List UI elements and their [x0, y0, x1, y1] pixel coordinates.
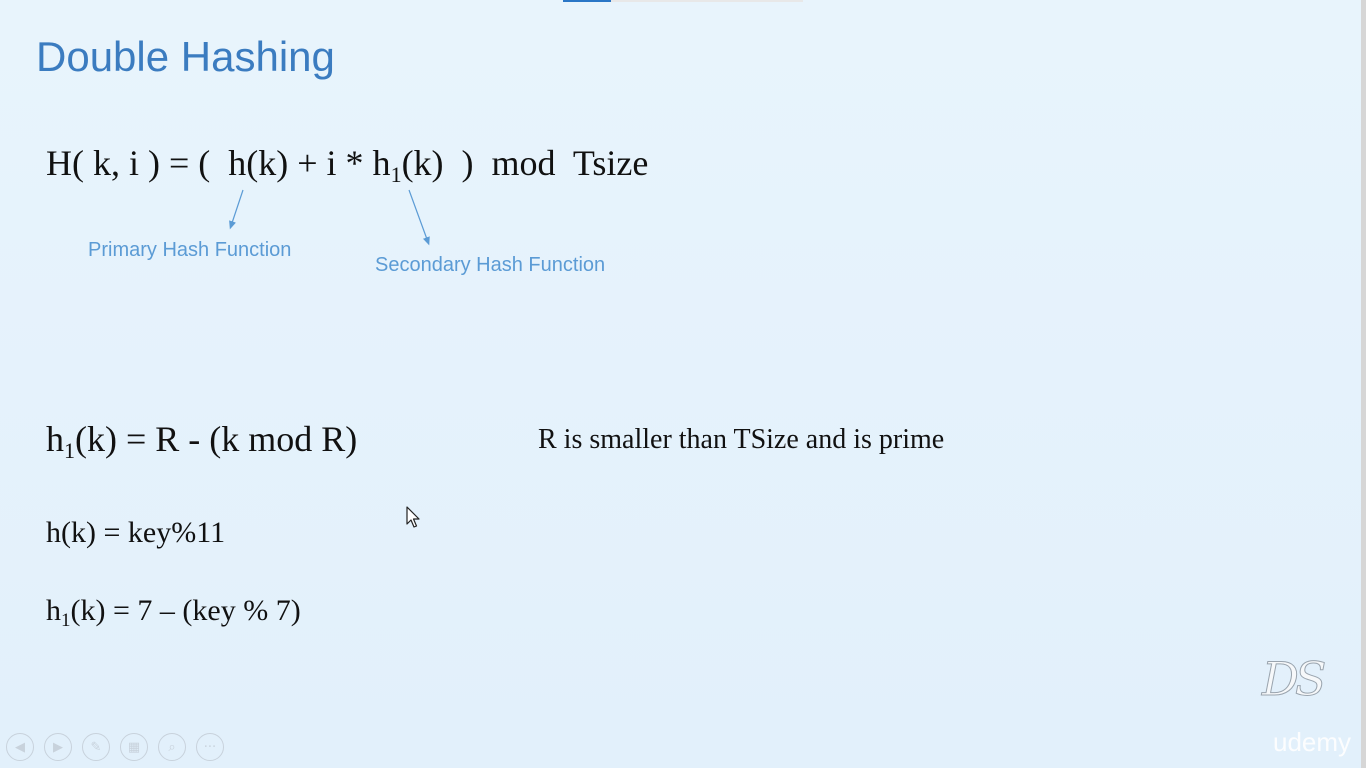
- mouse-pointer-icon: [406, 506, 420, 528]
- secondary-hash-equation: h1(k) = R - (k mod R): [46, 421, 357, 462]
- equation-subscript: 1: [61, 610, 71, 631]
- secondary-hash-label: Secondary Hash Function: [375, 254, 606, 276]
- secondary-hash-example: h1(k) = 7 – (key % 7): [46, 594, 301, 631]
- more-icon[interactable]: ···: [196, 733, 224, 761]
- secondary-arrow: [408, 189, 430, 246]
- primary-hash-label: Primary Hash Function: [88, 239, 292, 261]
- annotation-arrows: [229, 189, 430, 246]
- primary-hash-example: h(k) = key%11: [46, 516, 226, 549]
- slides-icon[interactable]: ▦: [120, 733, 148, 761]
- primary-arrow: [229, 189, 244, 230]
- equation-suffix: (k) = R - (k mod R): [75, 419, 358, 459]
- equation-prefix: h: [46, 419, 64, 459]
- zoom-icon[interactable]: ⌕: [158, 733, 186, 761]
- next-icon[interactable]: ▶: [44, 733, 72, 761]
- equation-prefix: h: [46, 594, 61, 627]
- pen-icon[interactable]: ✎: [82, 733, 110, 761]
- prime-note: R is smaller than TSize and is prime: [538, 424, 945, 455]
- presentation-controls: ◀ ▶ ✎ ▦ ⌕ ···: [6, 733, 224, 761]
- udemy-watermark: udemy: [1273, 727, 1352, 757]
- ds-logo: DS: [1261, 652, 1326, 707]
- equation-subscript: 1: [64, 438, 75, 463]
- equation-suffix: (k) = 7 – (key % 7): [70, 594, 301, 627]
- previous-icon[interactable]: ◀: [6, 733, 34, 761]
